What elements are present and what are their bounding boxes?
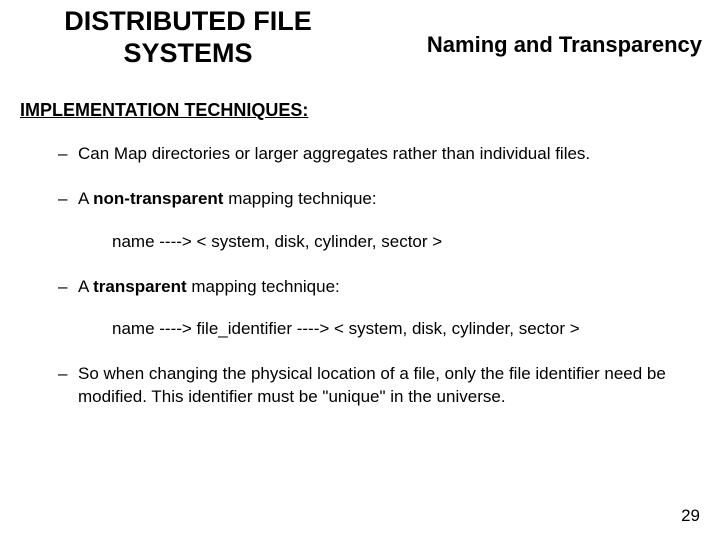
bullet-text-post: mapping technique:: [223, 189, 376, 208]
title-line-2: SYSTEMS: [123, 38, 252, 68]
title-line-1: DISTRIBUTED FILE: [64, 6, 312, 36]
bullet-text: So when changing the physical location o…: [78, 364, 666, 406]
bullet-text-pre: A: [78, 189, 93, 208]
bullet-item: A non-transparent mapping technique:: [58, 188, 690, 211]
slide-subtitle: Naming and Transparency: [427, 6, 702, 58]
bullet-item: So when changing the physical location o…: [58, 363, 690, 409]
bullet-text: Can Map directories or larger aggregates…: [78, 144, 590, 163]
bullet-text-bold: non-transparent: [93, 189, 223, 208]
bullet-text-pre: A: [78, 277, 93, 296]
bullet-list: A transparent mapping technique:: [0, 276, 720, 299]
sub-line: name ----> file_identifier ----> < syste…: [0, 298, 720, 341]
bullet-item: Can Map directories or larger aggregates…: [58, 143, 690, 166]
slide: DISTRIBUTED FILE SYSTEMS Naming and Tran…: [0, 0, 720, 540]
bullet-list: Can Map directories or larger aggregates…: [0, 143, 720, 211]
bullet-text-post: mapping technique:: [187, 277, 340, 296]
slide-header: DISTRIBUTED FILE SYSTEMS Naming and Tran…: [0, 0, 720, 70]
slide-title: DISTRIBUTED FILE SYSTEMS: [28, 6, 348, 70]
bullet-list: So when changing the physical location o…: [0, 363, 720, 409]
sub-line: name ----> < system, disk, cylinder, sec…: [0, 211, 720, 254]
section-heading: IMPLEMENTATION TECHNIQUES:: [0, 70, 720, 121]
page-number: 29: [681, 506, 700, 526]
bullet-text-bold: transparent: [93, 277, 187, 296]
bullet-item: A transparent mapping technique:: [58, 276, 690, 299]
